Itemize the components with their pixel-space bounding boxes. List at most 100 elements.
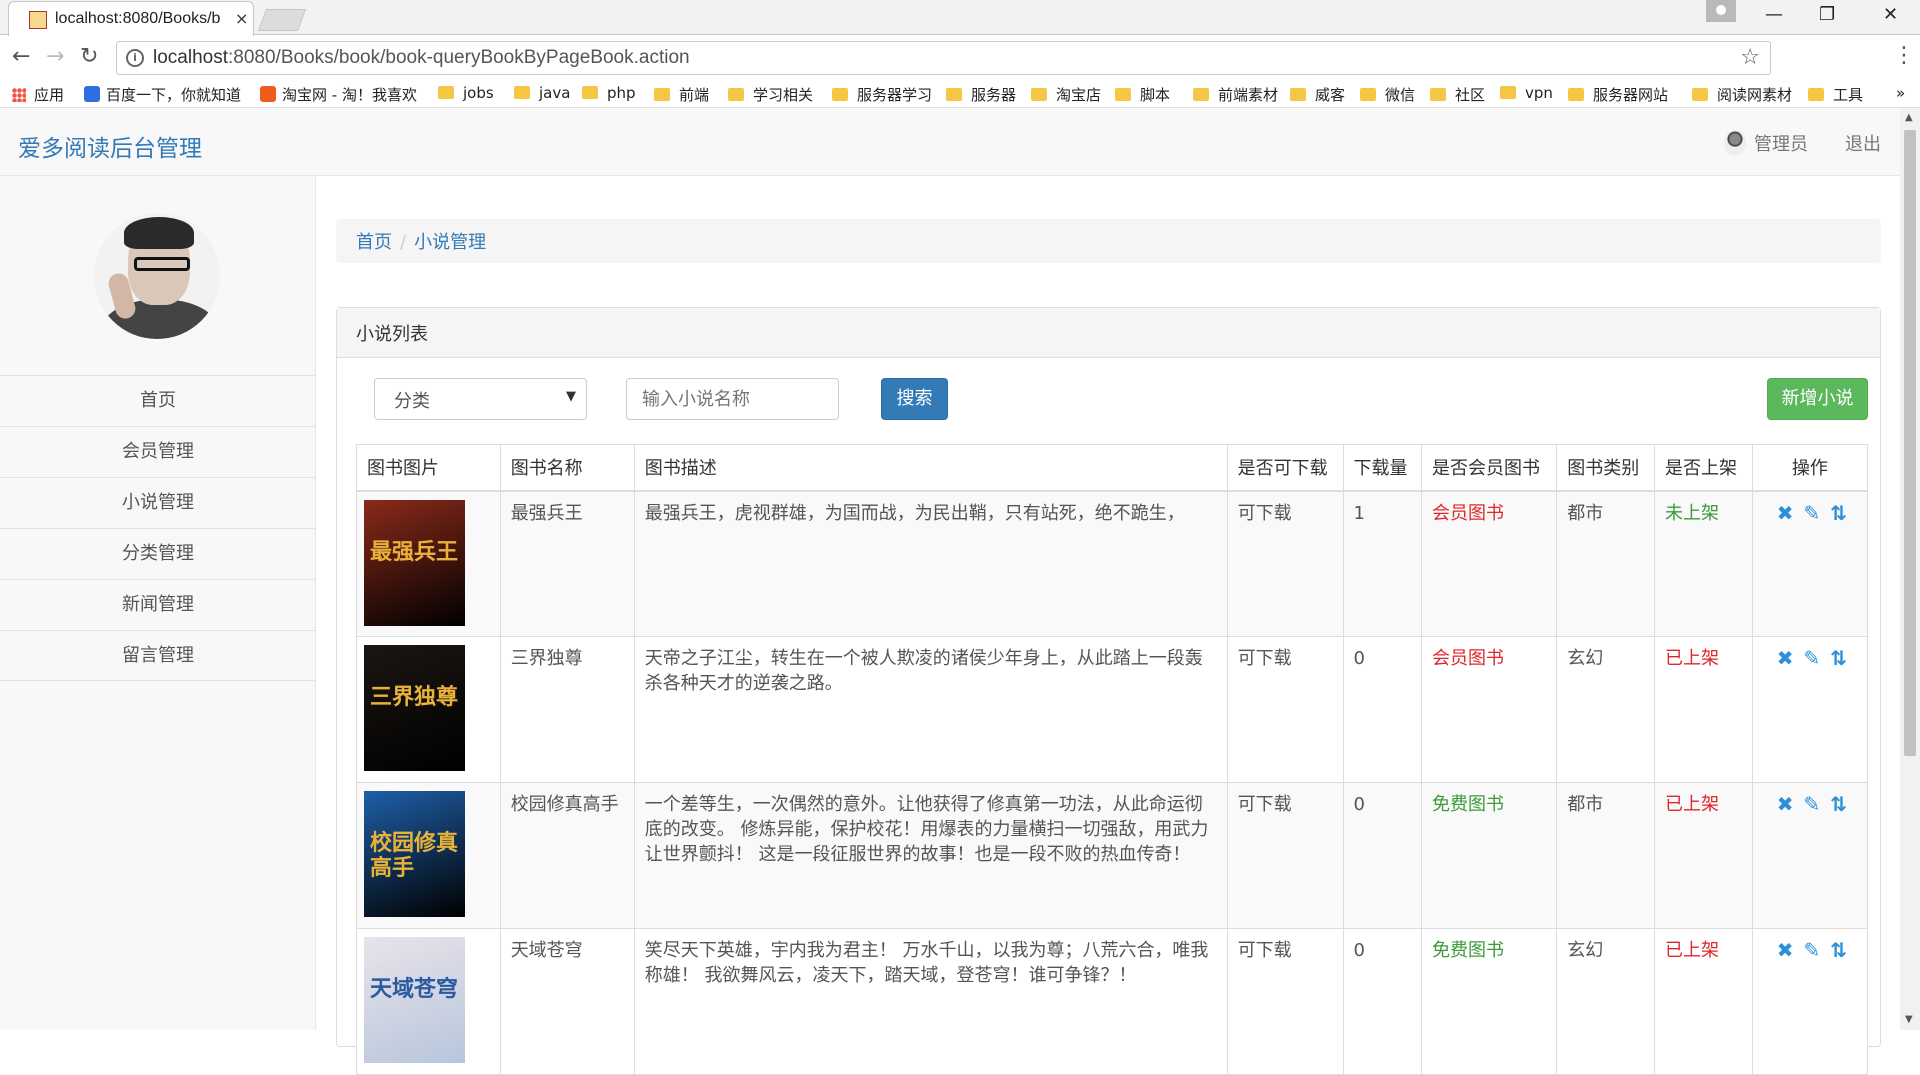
delete-icon[interactable]: ✖ — [1777, 792, 1794, 816]
top-navbar: 爱多阅读后台管理 管理员 退出 — [0, 108, 1900, 176]
bookmark-item[interactable]: 学习相关 — [728, 84, 813, 105]
actions-cell: ✖ ✎ ⇅ — [1751, 782, 1869, 929]
books-table: 图书图片 图书名称 图书描述 是否可下载 下载量 是否会员图书 图书类别 是否上… — [356, 444, 1869, 1075]
bookmark-item[interactable]: 工具 — [1808, 84, 1863, 105]
scroll-down-icon[interactable]: ▼ — [1905, 1014, 1913, 1025]
folder-icon — [1360, 88, 1376, 101]
bookmark-item[interactable]: 社区 — [1430, 84, 1485, 105]
book-cover[interactable]: 三界独尊 — [364, 645, 465, 771]
bookmark-item[interactable]: jobs — [438, 84, 494, 102]
sort-icon[interactable]: ⇅ — [1830, 938, 1847, 962]
scroll-thumb[interactable] — [1904, 130, 1916, 756]
bookmark-item[interactable]: 淘宝店 — [1031, 84, 1101, 105]
folder-icon — [1808, 88, 1824, 101]
logout-link[interactable]: 退出 — [1845, 130, 1881, 156]
admin-link[interactable]: 管理员 — [1754, 130, 1808, 156]
download-count: 0 — [1342, 782, 1423, 929]
folder-icon — [1692, 88, 1708, 101]
sidebar-item-novels[interactable]: 小说管理 — [0, 477, 316, 528]
book-category: 玄幻 — [1556, 928, 1656, 1075]
profile-icon[interactable] — [1706, 0, 1736, 22]
sidebar-item-members[interactable]: 会员管理 — [0, 426, 316, 477]
delete-icon[interactable]: ✖ — [1777, 646, 1794, 670]
sidebar-item-news[interactable]: 新闻管理 — [0, 579, 316, 630]
bookmark-star-icon[interactable]: ☆ — [1740, 45, 1760, 70]
bookmark-label: 服务器学习 — [857, 86, 933, 104]
book-name: 校园修真高手 — [499, 782, 635, 929]
page-scrollbar[interactable]: ▲ ▼ — [1900, 108, 1920, 1030]
maximize-button[interactable]: ❐ — [1819, 4, 1835, 25]
bookmark-label: 服务器 — [971, 86, 1017, 104]
bookmark-item[interactable]: 威客 — [1290, 84, 1345, 105]
browser-menu-icon[interactable]: ⋮ — [1893, 43, 1915, 68]
cover-title: 三界独尊 — [370, 685, 459, 710]
forward-icon[interactable]: → — [46, 44, 64, 69]
bookmark-item[interactable]: 淘宝网 - 淘！我喜欢 — [260, 84, 417, 105]
sort-icon[interactable]: ⇅ — [1830, 646, 1847, 670]
reload-icon[interactable]: ↻ — [80, 44, 98, 69]
shelf-status: 已上架 — [1654, 636, 1753, 783]
bookmarks-more-icon[interactable]: » — [1896, 84, 1905, 102]
browser-tab-strip: localhost:8080/Books/b × — ❐ ✕ — [0, 0, 1920, 36]
novel-name-input[interactable] — [626, 378, 839, 420]
novel-list-panel: 小说列表 分类 ▼ 搜索 新增小说 图书图片 图书名称 图书描述 是否可下载 下… — [336, 307, 1881, 1075]
browser-tab[interactable]: localhost:8080/Books/b × — [8, 1, 254, 36]
category-select[interactable]: 分类 ▼ — [374, 378, 587, 420]
edit-icon[interactable]: ✎ — [1804, 792, 1821, 816]
cover-title: 最强兵王 — [370, 539, 459, 565]
info-icon[interactable]: i — [126, 49, 144, 67]
new-tab-button[interactable] — [257, 9, 307, 31]
bookmark-label: 百度一下，你就知道 — [106, 86, 242, 104]
add-novel-button[interactable]: 新增小说 — [1767, 378, 1868, 420]
book-cover[interactable]: 最强兵王 — [364, 499, 465, 626]
col-header-downloadable: 是否可下载 — [1226, 444, 1344, 492]
book-cover[interactable]: 天域苍穹 — [364, 937, 465, 1063]
edit-icon[interactable]: ✎ — [1804, 646, 1821, 670]
bookmark-item[interactable]: 服务器网站 — [1568, 84, 1668, 105]
downloadable-status: 可下载 — [1226, 636, 1344, 783]
tab-close-icon[interactable]: × — [235, 9, 248, 28]
folder-icon — [1500, 86, 1516, 99]
bookmark-item[interactable]: java — [514, 84, 570, 102]
col-header-downloads: 下载量 — [1342, 444, 1423, 492]
bookmark-item[interactable]: 应用 — [12, 84, 64, 105]
member-status: 会员图书 — [1421, 636, 1558, 783]
sidebar-item-categories[interactable]: 分类管理 — [0, 528, 316, 579]
avatar — [94, 213, 220, 339]
bookmark-item[interactable]: 前端素材 — [1193, 84, 1278, 105]
search-button[interactable]: 搜索 — [881, 378, 948, 420]
bookmark-item[interactable]: 百度一下，你就知道 — [84, 84, 241, 105]
bookmark-item[interactable]: vpn — [1500, 84, 1553, 102]
minimize-button[interactable]: — — [1765, 4, 1783, 25]
bookmark-item[interactable]: 脚本 — [1115, 84, 1170, 105]
folder-icon — [946, 88, 962, 101]
url-input[interactable]: i localhost:8080/Books/book/book-queryBo… — [116, 41, 1771, 75]
breadcrumb-current[interactable]: 小说管理 — [414, 232, 486, 253]
sort-icon[interactable]: ⇅ — [1830, 792, 1847, 816]
bookmark-item[interactable]: php — [582, 84, 636, 102]
bookmark-item[interactable]: 微信 — [1360, 84, 1415, 105]
download-count: 0 — [1342, 928, 1423, 1075]
book-cover[interactable]: 校园修真高手 — [364, 791, 465, 917]
sidebar-item-messages[interactable]: 留言管理 — [0, 630, 316, 681]
delete-icon[interactable]: ✖ — [1777, 938, 1794, 962]
downloadable-status: 可下载 — [1226, 928, 1344, 1075]
edit-icon[interactable]: ✎ — [1804, 938, 1821, 962]
bookmark-item[interactable]: 服务器学习 — [832, 84, 932, 105]
close-window-button[interactable]: ✕ — [1883, 4, 1898, 25]
folder-icon — [728, 88, 744, 101]
shelf-status: 已上架 — [1654, 928, 1753, 1075]
bookmark-item[interactable]: 阅读网素材 — [1692, 84, 1792, 105]
bookmark-item[interactable]: 服务器 — [946, 84, 1016, 105]
actions-cell: ✖ ✎ ⇅ — [1751, 636, 1869, 783]
edit-icon[interactable]: ✎ — [1804, 501, 1821, 525]
bookmark-item[interactable]: 前端 — [654, 84, 709, 105]
breadcrumb-home[interactable]: 首页 — [356, 232, 392, 253]
back-icon[interactable]: ← — [12, 44, 30, 69]
sidebar-item-home[interactable]: 首页 — [0, 375, 316, 426]
brand-title[interactable]: 爱多阅读后台管理 — [18, 129, 202, 163]
delete-icon[interactable]: ✖ — [1777, 501, 1794, 525]
category-select-value: 分类 — [394, 391, 430, 412]
sort-icon[interactable]: ⇅ — [1830, 501, 1847, 525]
scroll-up-icon[interactable]: ▲ — [1905, 112, 1913, 123]
